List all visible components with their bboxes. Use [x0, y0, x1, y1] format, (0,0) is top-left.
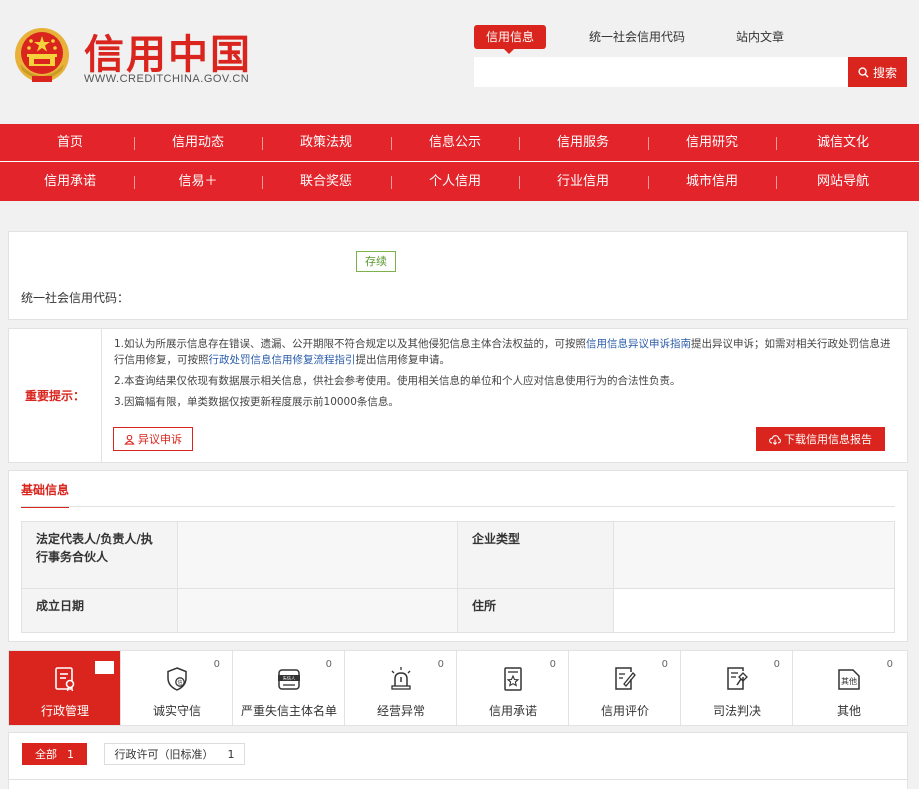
- category-count: 0: [325, 659, 332, 670]
- objection-button-label: 异议申诉: [138, 433, 182, 446]
- category-label: 信用承诺: [488, 704, 537, 718]
- nav-item-site-nav[interactable]: 网站导航: [779, 163, 907, 201]
- tab-site-articles[interactable]: 站内文章: [736, 25, 784, 49]
- nav-item-xinyi-plus[interactable]: 信易＋: [134, 163, 262, 201]
- search-input[interactable]: [474, 57, 849, 87]
- nav-item-credit-research[interactable]: 信用研究: [648, 124, 776, 162]
- nav-item-credit-service[interactable]: 信用服务: [519, 124, 647, 162]
- credit-repair-guide-link[interactable]: 行政处罚信息信用修复流程指引: [209, 354, 356, 366]
- svg-text:失信人: 失信人: [283, 675, 296, 682]
- site-header: 信用中国 WWW.CREDITCHINA.GOV.CN 信用信息 统一社会信用代…: [0, 0, 919, 124]
- notice-body: 1.如认为所展示信息存在错误、遗漏、公开期限不符合规定以及其他侵犯信息主体合法权…: [114, 336, 899, 415]
- category-label: 其他: [836, 704, 861, 718]
- category-label: 诚实守信: [152, 704, 201, 718]
- nav-item-personal-credit[interactable]: 个人信用: [391, 163, 519, 201]
- commitment-icon: [504, 667, 522, 691]
- address-value: [613, 587, 895, 634]
- judgment-icon: [727, 667, 748, 690]
- filter-all-count: 1: [67, 747, 74, 761]
- objection-guide-link[interactable]: 信用信息异议申诉指南: [586, 338, 691, 350]
- category-count: 0: [437, 659, 444, 670]
- filter-all-button[interactable]: 全部 1: [22, 743, 87, 765]
- legal-rep-label: 法定代表人/负责人/执行事务合伙人: [21, 521, 178, 589]
- nav-item-city-credit[interactable]: 城市信用: [648, 163, 776, 201]
- svg-text:信: 信: [177, 679, 182, 686]
- svg-text:其他: 其他: [841, 676, 857, 686]
- shield-credit-icon: 信: [167, 667, 187, 691]
- nav-item-industry-credit[interactable]: 行业信用: [519, 163, 647, 201]
- tab-integrity[interactable]: 信 0 诚实守信: [121, 651, 233, 725]
- evaluation-icon: [615, 667, 636, 690]
- tab-credit-code[interactable]: 统一社会信用代码: [589, 25, 685, 49]
- category-count: 0: [773, 659, 780, 670]
- filter-admin-permit-button[interactable]: 行政许可（旧标准） 1: [104, 743, 245, 765]
- search-button-label: 搜索: [872, 65, 897, 80]
- admin-doc-icon: [55, 667, 75, 692]
- category-count: 0: [213, 659, 220, 670]
- nav-item-credit-news[interactable]: 信用动态: [134, 124, 262, 162]
- site-logo-title: 信用中国: [84, 32, 252, 78]
- nav-item-integrity-culture[interactable]: 诚信文化: [779, 124, 907, 162]
- established-date-label: 成立日期: [21, 587, 178, 634]
- tab-credit-info[interactable]: 信用信息: [474, 25, 547, 54]
- filter-all-label: 全部: [35, 748, 57, 761]
- nav-item-policy[interactable]: 政策法规: [262, 124, 390, 162]
- category-label: 经营异常: [376, 704, 425, 718]
- cloud-download-icon: [769, 434, 781, 445]
- other-icon: 其他: [838, 669, 860, 690]
- filter-permit-label: 行政许可（旧标准）: [114, 748, 214, 761]
- category-label: 行政管理: [40, 704, 89, 718]
- tab-judicial-judgment[interactable]: 0 司法判决: [681, 651, 793, 725]
- download-report-label: 下载信用信息报告: [784, 433, 872, 446]
- site-logo-url: WWW.CREDITCHINA.GOV.CN: [84, 73, 250, 85]
- basic-info-panel: 基础信息 法定代表人/负责人/执行事务合伙人 企业类型 成立日期 住所: [8, 470, 908, 642]
- legal-rep-value: [177, 521, 458, 589]
- category-label: 信用评价: [600, 704, 649, 718]
- main-nav: 首页 信用动态 政策法规 信息公示 信用服务 信用研究 诚信文化 信用承诺 信易…: [0, 124, 919, 201]
- tab-credit-evaluation[interactable]: 0 信用评价: [569, 651, 681, 725]
- important-notice-panel: 重要提示： 1.如认为所展示信息存在错误、遗漏、公开期限不符合规定以及其他侵犯信…: [8, 328, 908, 463]
- nav-item-home[interactable]: 首页: [6, 124, 134, 162]
- main-nav-row-2: 信用承诺 信易＋ 联合奖惩 个人信用 行业信用 城市信用 网站导航: [0, 163, 919, 201]
- objection-icon: [124, 434, 135, 445]
- category-count: 0: [661, 659, 668, 670]
- main-nav-row-1: 首页 信用动态 政策法规 信息公示 信用服务 信用研究 诚信文化: [0, 124, 919, 162]
- company-type-value: [613, 521, 895, 589]
- download-report-button[interactable]: 下载信用信息报告: [756, 427, 885, 451]
- category-label: 司法判决: [712, 704, 761, 718]
- objection-button[interactable]: 异议申诉: [113, 427, 193, 451]
- established-date-value: [177, 587, 458, 634]
- status-badge: 存续: [356, 251, 396, 272]
- blacklist-icon: 失信人: [278, 669, 300, 690]
- tab-credit-commitment[interactable]: 0 信用承诺: [457, 651, 569, 725]
- notice-item-2: 2.本查询结果仅依现有数据展示相关信息，供社会参考使用。使用相关信息的单位和个人…: [114, 375, 681, 387]
- basic-info-table: 法定代表人/负责人/执行事务合伙人 企业类型 成立日期 住所: [21, 521, 895, 634]
- alarm-icon: [391, 667, 411, 690]
- tab-business-abnormal[interactable]: 0 经营异常: [345, 651, 457, 725]
- nav-item-credit-commitment[interactable]: 信用承诺: [6, 163, 134, 201]
- category-count: 0: [886, 659, 893, 670]
- search-button[interactable]: 搜索: [848, 57, 907, 87]
- category-label: 严重失信主体名单: [240, 704, 337, 718]
- basic-info-title: 基础信息: [21, 481, 70, 508]
- category-count: [95, 661, 114, 674]
- nav-item-joint-rewards[interactable]: 联合奖惩: [262, 163, 390, 201]
- notice-item-3: 3.因篇幅有限，单类数据仅按更新程度展示前10000条信息。: [114, 396, 399, 408]
- entity-header-panel: 存续 统一社会信用代码：: [8, 231, 908, 320]
- company-type-label: 企业类型: [457, 521, 614, 589]
- filter-permit-count: 1: [227, 747, 235, 761]
- national-emblem-icon: [15, 28, 69, 82]
- tab-other[interactable]: 其他 0 其他: [793, 651, 905, 725]
- record-filter-panel: 全部 1 行政许可（旧标准） 1: [8, 732, 908, 789]
- notice-title: 重要提示：: [9, 329, 102, 462]
- nav-item-disclosure[interactable]: 信息公示: [391, 124, 519, 162]
- tab-blacklist[interactable]: 失信人 0 严重失信主体名单: [233, 651, 345, 725]
- search-icon: [858, 66, 869, 78]
- credit-code-label: 统一社会信用代码：: [21, 291, 130, 305]
- credit-category-tabs: 行政管理 信 0 诚实守信 失信人 0 严重失信主体名单 0 经营异常 0 信用…: [8, 650, 908, 726]
- category-count: 0: [549, 659, 556, 670]
- notice-item-1: 1.如认为所展示信息存在错误、遗漏、公开期限不符合规定以及其他侵犯信息主体合法权…: [114, 338, 891, 366]
- address-label: 住所: [457, 587, 614, 634]
- tab-admin-management[interactable]: 行政管理: [9, 651, 121, 725]
